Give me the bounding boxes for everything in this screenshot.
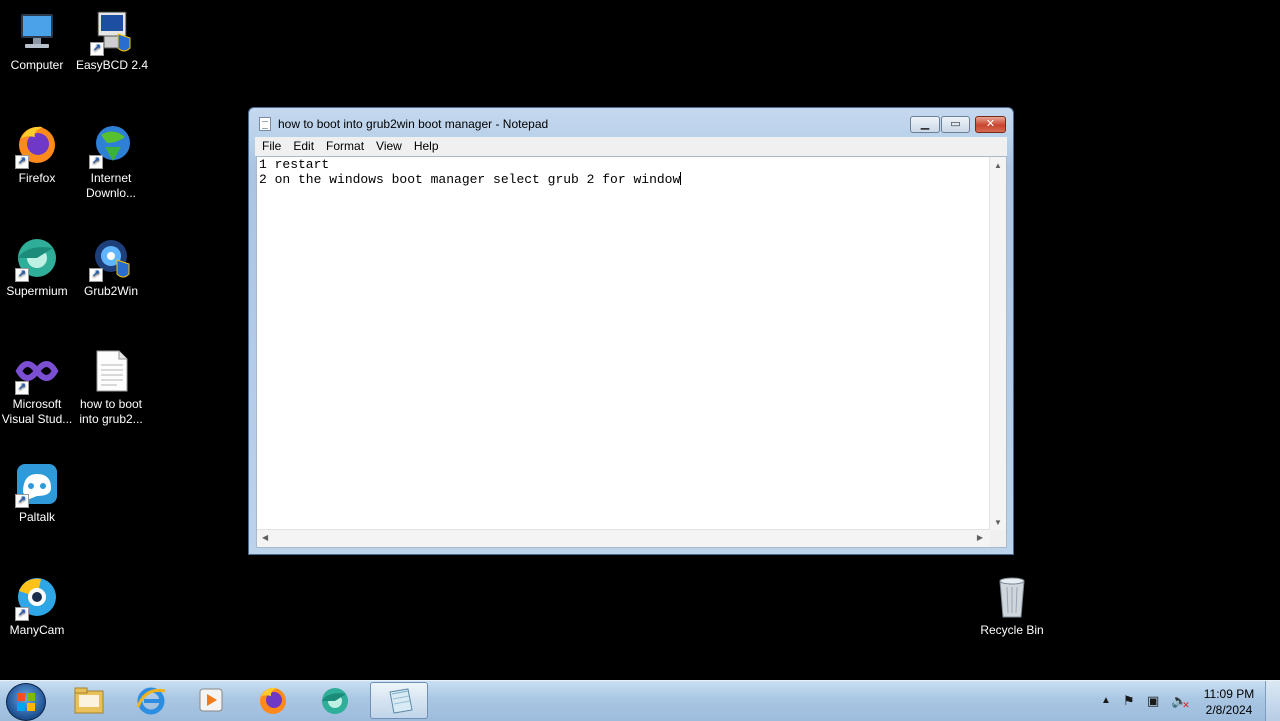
supermium-icon: ↗ — [13, 234, 61, 282]
notepad-icon — [259, 117, 271, 131]
start-button[interactable] — [6, 683, 46, 721]
text-line: 1 restart — [259, 157, 330, 172]
notepad-icon — [389, 688, 413, 714]
shortcut-arrow-icon: ↗ — [89, 268, 103, 282]
computer-icon — [13, 8, 61, 56]
desktop-icon-label: Grub2Win — [83, 284, 139, 298]
internet-download-manager-icon: ↗ — [87, 121, 135, 169]
shortcut-arrow-icon: ↗ — [15, 607, 29, 621]
text-line: 2 on the windows boot manager select gru… — [259, 171, 681, 187]
menu-edit[interactable]: Edit — [287, 137, 320, 156]
maximize-icon: ▭ — [950, 118, 961, 130]
shortcut-arrow-icon: ↗ — [90, 42, 104, 56]
recycle-bin-icon — [988, 573, 1036, 621]
title-bar[interactable]: how to boot into grub2win boot manager -… — [249, 108, 1013, 138]
menu-file[interactable]: File — [255, 137, 287, 156]
action-center-flag-icon[interactable]: ⚑ — [1123, 693, 1135, 709]
menu-format[interactable]: Format — [320, 137, 370, 156]
easybcd-icon: ↗ — [88, 8, 136, 56]
desktop-icon-label: how to boot into grub2... — [79, 397, 143, 426]
text-area[interactable]: 1 restart 2 on the windows boot manager s… — [259, 158, 989, 528]
desktop-icon-supermium[interactable]: ↗ Supermium — [0, 234, 74, 299]
scroll-left-icon[interactable]: ◀ — [262, 533, 268, 542]
size-grip[interactable] — [990, 530, 1006, 547]
desktop-icon-label: Computer — [10, 58, 64, 72]
shortcut-arrow-icon: ↗ — [15, 381, 29, 395]
scroll-right-icon[interactable]: ▶ — [977, 533, 983, 542]
taskbar-media-player[interactable] — [182, 682, 240, 719]
desktop-icon-internet-download-manager[interactable]: ↗ Internet Downlo... — [74, 121, 148, 201]
desktop-icon-recycle-bin[interactable]: Recycle Bin — [975, 573, 1049, 638]
menu-view[interactable]: View — [370, 137, 408, 156]
paltalk-icon: ↗ — [13, 460, 61, 508]
taskbar-notepad[interactable] — [370, 682, 428, 719]
visual-studio-icon: ↗ — [13, 347, 61, 395]
desktop-icon-grub2win[interactable]: ↗ Grub2Win — [74, 234, 148, 299]
taskbar-windows-explorer[interactable] — [60, 682, 118, 719]
desktop-icon-visual-studio[interactable]: ↗ Microsoft Visual Stud... — [0, 347, 74, 427]
show-desktop-button[interactable] — [1265, 681, 1280, 721]
volume-muted-icon[interactable]: 🔈✕ — [1171, 693, 1195, 710]
supermium-icon — [322, 688, 348, 714]
text-editor[interactable]: 1 restart 2 on the windows boot manager s… — [256, 156, 1007, 548]
text-caret — [680, 171, 682, 185]
taskbar-internet-explorer[interactable] — [122, 682, 180, 719]
desktop-icon-label: Internet Downlo... — [85, 171, 137, 200]
menu-bar: File Edit Format View Help — [255, 137, 1007, 156]
shortcut-arrow-icon: ↗ — [89, 155, 103, 169]
maximize-button[interactable]: ▭ — [941, 116, 970, 133]
desktop-icon-label: Supermium — [6, 284, 68, 298]
notepad-window[interactable]: how to boot into grub2win boot manager -… — [248, 107, 1014, 555]
internet-explorer-icon — [136, 687, 166, 715]
network-icon[interactable]: ▣ — [1147, 693, 1159, 709]
taskbar: ▲ ⚑ ▣ 🔈✕ 11:09 PM 2/8/2024 — [0, 680, 1280, 721]
desktop-icon-computer[interactable]: Computer — [0, 8, 74, 73]
media-player-icon — [199, 688, 223, 712]
grub2win-icon: ↗ — [87, 234, 135, 282]
minimize-icon: ▁ — [920, 118, 930, 130]
minimize-button[interactable]: ▁ — [910, 116, 940, 133]
shortcut-arrow-icon: ↗ — [15, 155, 29, 169]
desktop-icon-easybcd[interactable]: ↗ EasyBCD 2.4 — [75, 8, 149, 73]
system-clock[interactable]: 11:09 PM 2/8/2024 — [1196, 686, 1262, 718]
manycam-icon: ↗ — [13, 573, 61, 621]
window-title: how to boot into grub2win boot manager -… — [278, 117, 549, 131]
taskbar-supermium[interactable] — [306, 682, 364, 719]
taskbar-firefox[interactable] — [244, 682, 302, 719]
shortcut-arrow-icon: ↗ — [15, 268, 29, 282]
horizontal-scrollbar[interactable]: ◀ ▶ — [257, 529, 990, 547]
windows-logo-icon — [17, 693, 35, 711]
desktop-icon-firefox[interactable]: ↗ Firefox — [0, 121, 74, 186]
scroll-up-icon[interactable]: ▲ — [994, 161, 1002, 170]
desktop-icon-label: ManyCam — [9, 623, 65, 637]
firefox-icon — [260, 687, 286, 714]
desktop-icon-manycam[interactable]: ↗ ManyCam — [0, 573, 74, 638]
text-file-icon — [87, 347, 135, 395]
desktop-icon-label: Microsoft Visual Stud... — [1, 397, 73, 426]
shortcut-arrow-icon: ↗ — [15, 494, 29, 508]
menu-help[interactable]: Help — [408, 137, 445, 156]
desktop-icon-text-file[interactable]: how to boot into grub2... — [74, 347, 148, 427]
vertical-scrollbar[interactable]: ▲ ▼ — [989, 157, 1006, 530]
desktop-icon-label: Firefox — [18, 171, 56, 185]
clock-time: 11:09 PM — [1203, 687, 1255, 701]
clock-date: 2/8/2024 — [1205, 703, 1253, 717]
desktop-icon-label: EasyBCD 2.4 — [75, 58, 149, 72]
desktop-icon-paltalk[interactable]: ↗ Paltalk — [0, 460, 74, 525]
show-hidden-icons-icon[interactable]: ▲ — [1101, 695, 1111, 706]
firefox-icon: ↗ — [13, 121, 61, 169]
windows-explorer-icon — [74, 687, 104, 714]
desktop-icon-label: Recycle Bin — [980, 623, 1044, 637]
desktop-icon-label: Paltalk — [18, 510, 56, 524]
scroll-down-icon[interactable]: ▼ — [994, 518, 1002, 527]
close-button[interactable]: ✕ — [975, 116, 1006, 133]
close-icon: ✕ — [985, 118, 996, 130]
